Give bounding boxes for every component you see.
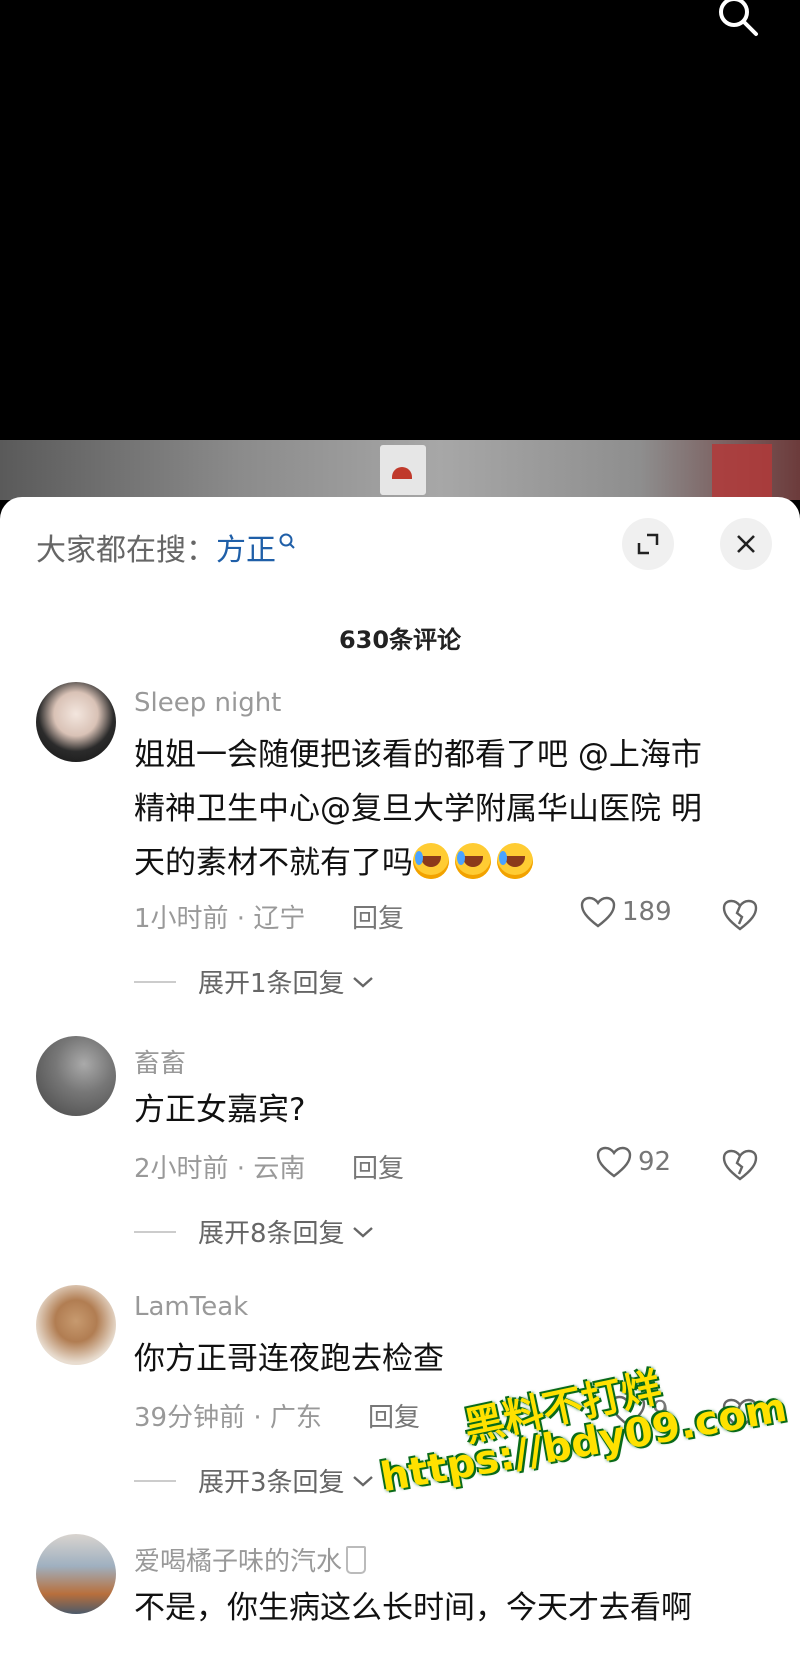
avatar[interactable] bbox=[36, 1534, 116, 1614]
avatar[interactable] bbox=[36, 1036, 116, 1116]
comment-username[interactable]: 爱喝橘子味的汽水 bbox=[134, 1541, 367, 1578]
laughing-emoji-icon bbox=[413, 843, 449, 879]
dislike-button[interactable] bbox=[722, 898, 758, 932]
comment-text: 不是，你生病这么长时间，今天才去看啊 bbox=[134, 1581, 754, 1635]
reply-button[interactable]: 回复 bbox=[368, 1397, 420, 1434]
reply-button[interactable]: 回复 bbox=[352, 1148, 404, 1185]
video-player[interactable] bbox=[0, 0, 800, 440]
expand-replies-label: 展开8条回复 bbox=[198, 1219, 345, 1249]
comment-line: 天的素材不就有了吗 bbox=[134, 845, 413, 881]
like-count: 92 bbox=[638, 1147, 672, 1177]
divider bbox=[134, 1230, 176, 1233]
comment-text: 方正女嘉宾? bbox=[134, 1083, 754, 1137]
comment-username[interactable]: LamTeak bbox=[134, 1292, 248, 1322]
chevron-down-icon bbox=[352, 976, 373, 988]
comment-meta: 1小时前 · 辽宁 bbox=[134, 904, 306, 934]
chevron-down-icon bbox=[352, 1475, 373, 1487]
comment-line: 姐姐一会随便把该看的都看了吧 @上海市 bbox=[134, 737, 702, 773]
search-icon[interactable] bbox=[716, 0, 760, 38]
divider bbox=[134, 980, 176, 983]
close-button[interactable] bbox=[720, 518, 772, 570]
dislike-button[interactable] bbox=[722, 1148, 758, 1182]
comment-line: 方正女嘉宾? bbox=[134, 1092, 306, 1128]
small-search-icon bbox=[278, 525, 296, 560]
comment-username[interactable]: 畜畜 bbox=[134, 1043, 186, 1080]
comment-count: 630条评论 bbox=[338, 626, 462, 654]
laughing-emoji-icon bbox=[455, 843, 491, 879]
hot-search-label: 大家都在搜： bbox=[36, 533, 216, 568]
heart-icon bbox=[596, 1146, 632, 1178]
comment-text: 你方正哥连夜跑去检查 bbox=[134, 1332, 754, 1386]
close-icon bbox=[737, 535, 755, 553]
comment-line: 精神卫生中心@复旦大学附属华山医院 明 bbox=[134, 791, 702, 827]
comment-meta: 39分钟前 · 广东 bbox=[134, 1403, 322, 1433]
laughing-emoji-icon bbox=[497, 843, 533, 879]
comment-username[interactable]: Sleep night bbox=[134, 688, 281, 718]
avatar[interactable] bbox=[36, 682, 116, 762]
expand-replies[interactable]: 展开3条回复 bbox=[134, 1462, 375, 1499]
comment-text: 姐姐一会随便把该看的都看了吧 @上海市 精神卫生中心@复旦大学附属华山医院 明 … bbox=[134, 728, 754, 890]
video-sign-decoration bbox=[380, 445, 426, 495]
broken-heart-icon bbox=[722, 1149, 758, 1181]
expand-replies[interactable]: 展开1条回复 bbox=[134, 963, 375, 1000]
broken-heart-icon bbox=[722, 899, 758, 931]
expand-replies-label: 展开3条回复 bbox=[198, 1468, 345, 1498]
comment-meta: 2小时前 · 云南 bbox=[134, 1154, 306, 1184]
video-red-banner bbox=[712, 444, 772, 498]
like-button[interactable]: 189 bbox=[580, 896, 672, 928]
reply-button[interactable]: 回复 bbox=[352, 898, 404, 935]
like-button[interactable]: 92 bbox=[596, 1146, 671, 1178]
like-count: 189 bbox=[622, 897, 672, 927]
expand-button[interactable] bbox=[622, 518, 674, 570]
avatar[interactable] bbox=[36, 1285, 116, 1365]
hot-search-keyword[interactable]: 方正 bbox=[216, 533, 276, 568]
comment-line: 不是，你生病这么长时间，今天才去看啊 bbox=[134, 1590, 692, 1626]
divider bbox=[134, 1479, 176, 1482]
drink-icon bbox=[346, 1546, 367, 1574]
expand-replies[interactable]: 展开8条回复 bbox=[134, 1213, 375, 1250]
comment-line: 你方正哥连夜跑去检查 bbox=[134, 1341, 444, 1377]
expand-replies-label: 展开1条回复 bbox=[198, 969, 345, 999]
expand-icon bbox=[637, 533, 659, 555]
heart-icon bbox=[580, 896, 616, 928]
hot-search-bar[interactable]: 大家都在搜：方正 bbox=[36, 525, 296, 569]
chevron-down-icon bbox=[352, 1226, 373, 1238]
